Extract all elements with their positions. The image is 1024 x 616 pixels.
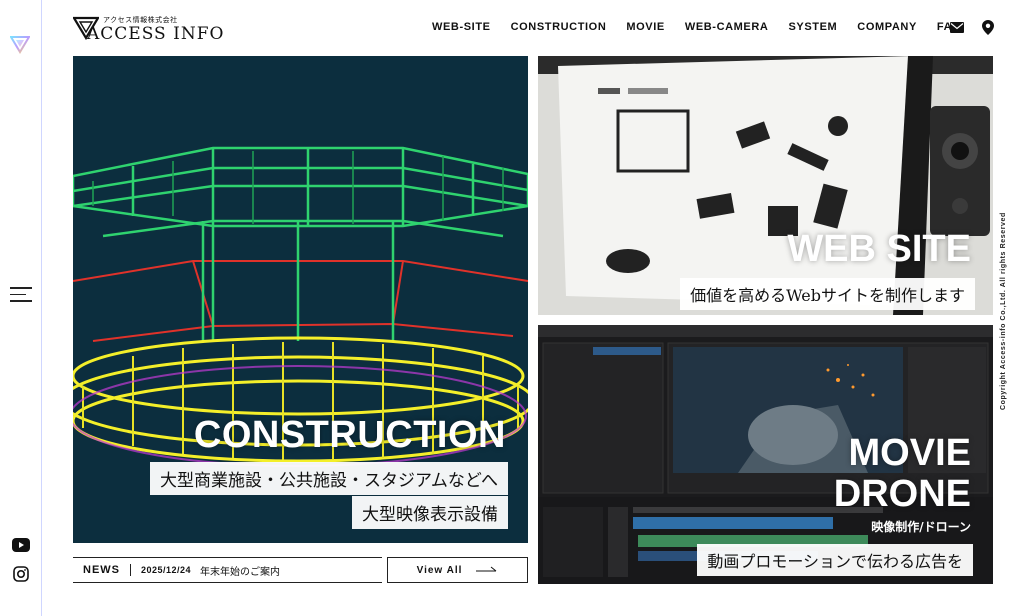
- prism-logo-icon[interactable]: [10, 34, 30, 54]
- construction-caption-2: 大型映像表示設備: [352, 496, 508, 529]
- map-pin-icon[interactable]: [982, 20, 994, 35]
- drone-title: DRONE: [833, 473, 971, 515]
- main-nav: WEB-SITE CONSTRUCTION MOVIE WEB-CAMERA S…: [432, 21, 981, 33]
- movie-panel[interactable]: MOVIE DRONE 映像制作/ドローン 動画プロモーションで伝わる広告を: [538, 325, 993, 584]
- nav-item-web-site[interactable]: WEB-SITE: [432, 21, 491, 33]
- side-rail: [0, 0, 42, 616]
- news-bar: NEWS 2025/12/24 年末年始のご案内: [73, 557, 382, 583]
- mail-icon[interactable]: [950, 22, 964, 33]
- nav-item-system[interactable]: SYSTEM: [788, 21, 837, 33]
- instagram-icon[interactable]: [13, 566, 29, 582]
- view-all-label: View All: [416, 564, 463, 576]
- nav-item-movie[interactable]: MOVIE: [626, 21, 664, 33]
- youtube-icon[interactable]: [12, 538, 30, 552]
- news-label: NEWS: [73, 564, 131, 576]
- copyright-text: Copyright Access-info Co.,Ltd. All right…: [1000, 212, 1007, 410]
- movie-subtitle: 映像制作/ドローン: [871, 520, 971, 534]
- construction-panel[interactable]: CONSTRUCTION 大型商業施設・公共施設・スタジアムなどへ 大型映像表示…: [73, 56, 528, 543]
- news-headline-link[interactable]: 年末年始のご案内: [200, 563, 280, 578]
- brand-logo[interactable]: アクセス情報株式会社 ACCESS INFO: [73, 14, 243, 44]
- movie-title: MOVIE: [848, 432, 971, 474]
- brand-name: ACCESS INFO: [87, 24, 225, 44]
- movie-caption: 動画プロモーションで伝わる広告を: [697, 544, 973, 576]
- nav-item-web-camera[interactable]: WEB-CAMERA: [685, 21, 769, 33]
- nav-item-construction[interactable]: CONSTRUCTION: [511, 21, 607, 33]
- nav-item-company[interactable]: COMPANY: [857, 21, 917, 33]
- view-all-button[interactable]: View All: [387, 557, 528, 583]
- arrow-right-icon: [476, 566, 497, 572]
- hamburger-menu-icon[interactable]: [10, 287, 32, 303]
- website-caption: 価値を高めるWebサイトを制作します: [680, 278, 975, 310]
- news-date: 2025/12/24: [141, 565, 192, 575]
- construction-title: CONSTRUCTION: [193, 414, 506, 456]
- monitor-photo-image: [538, 56, 993, 315]
- construction-caption-1: 大型商業施設・公共施設・スタジアムなどへ: [150, 462, 508, 495]
- website-title: WEB SITE: [787, 228, 971, 270]
- website-panel[interactable]: WEB SITE 価値を高めるWebサイトを制作します: [538, 56, 993, 315]
